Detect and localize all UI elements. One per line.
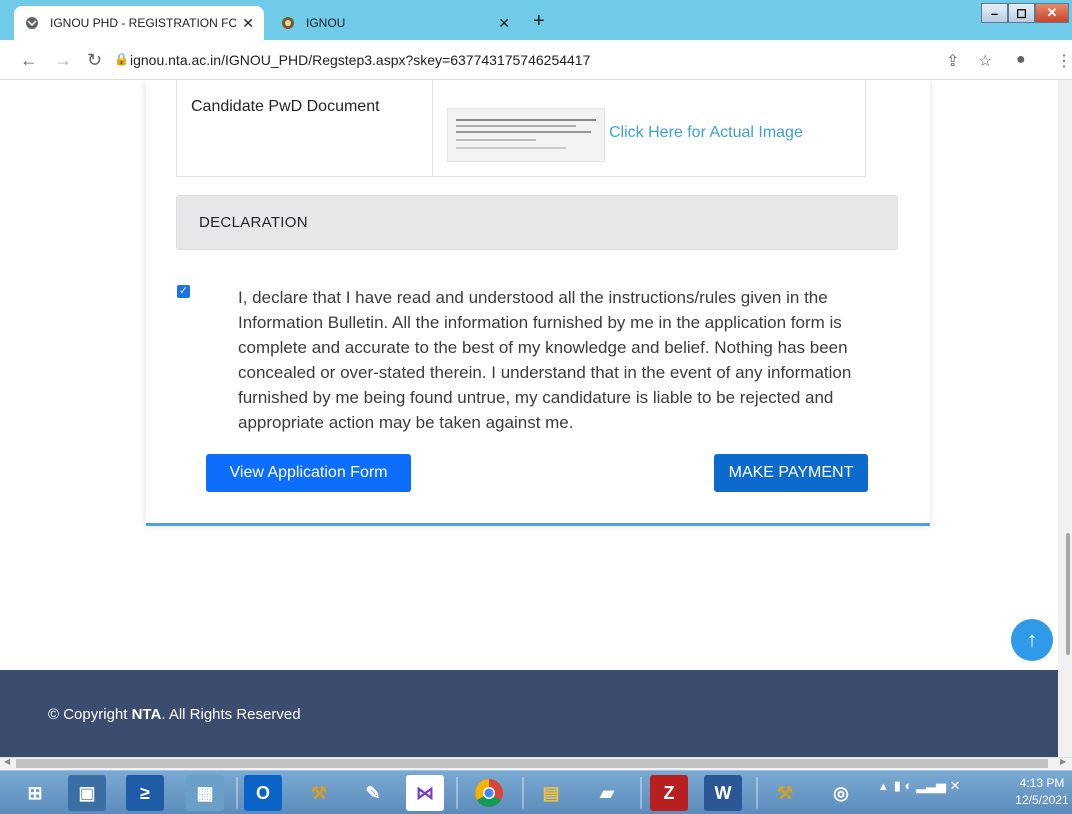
profile-icon[interactable]: ● [1016, 51, 1026, 69]
vertical-scrollbar[interactable] [1058, 80, 1072, 757]
tab-title: IGNOU PHD - REGISTRATION FO [50, 16, 237, 30]
server-manager-icon[interactable]: ▣ [68, 775, 106, 811]
tab-ignou[interactable]: IGNOU ✕ [270, 6, 520, 40]
make-payment-button[interactable]: MAKE PAYMENT [714, 454, 868, 492]
start-icon[interactable]: ⊞ [16, 775, 54, 811]
address-bar: ← → ↻ 🔒 ignou.nta.ac.in/IGNOU_PHD/Regste… [0, 40, 1072, 80]
page-viewport: Candidate PwD Document Click Here for Ac… [0, 80, 1058, 757]
footer-brand: NTA [131, 706, 162, 723]
declaration-heading: DECLARATION [176, 195, 898, 250]
file-explorer-icon[interactable]: ▤ [532, 775, 570, 811]
horizontal-scroll-thumb[interactable] [16, 759, 1048, 768]
tools-icon-2[interactable]: ⚒ [766, 775, 804, 811]
paint-icon[interactable]: ✎ [354, 775, 392, 811]
outlook-icon[interactable]: O [244, 775, 282, 811]
copyright-text: © Copyright NTA. All Rights Reserved [48, 706, 301, 723]
clock[interactable]: 4:13 PM 12/5/2021 [1014, 775, 1070, 809]
actual-image-link[interactable]: Click Here for Actual Image [609, 124, 803, 142]
word-icon[interactable]: W [704, 775, 742, 811]
document-table: Candidate PwD Document Click Here for Ac… [176, 80, 866, 177]
scroll-to-top-button[interactable]: ↑ [1011, 619, 1053, 661]
filezilla-icon[interactable]: Z [650, 775, 688, 811]
browser-titlebar: IGNOU PHD - REGISTRATION FO ✕ IGNOU ✕ + … [0, 0, 1072, 40]
bookmark-star-icon[interactable]: ☆ [978, 51, 992, 71]
close-window-button[interactable]: ✕ [1035, 3, 1069, 23]
menu-icon[interactable]: ⋮ [1056, 51, 1072, 71]
visual-studio-icon[interactable]: ⋈ [406, 775, 444, 811]
system-tray[interactable]: ▴ ▮ ◐ ▂▃▅ ✕ [880, 778, 960, 794]
network-icon[interactable]: ◎ [822, 775, 860, 811]
chrome-icon[interactable] [470, 775, 508, 811]
minimize-button[interactable]: – [981, 3, 1008, 23]
declaration-heading-text: DECLARATION [199, 214, 308, 231]
tools-icon[interactable]: ⚒ [300, 775, 338, 811]
registration-card: Candidate PwD Document Click Here for Ac… [146, 80, 930, 526]
table-divider [432, 80, 433, 177]
reload-icon[interactable]: ↻ [87, 50, 102, 71]
view-application-form-button[interactable]: View Application Form [206, 454, 411, 492]
powershell-icon[interactable]: ≥ [126, 775, 164, 811]
new-tab-button[interactable]: + [533, 10, 545, 33]
url-field[interactable]: ignou.nta.ac.in/IGNOU_PHD/Regstep3.aspx?… [130, 52, 590, 68]
document-thumbnail [447, 108, 605, 162]
declaration-text: I, declare that I have read and understo… [238, 288, 852, 432]
footer: © Copyright NTA. All Rights Reserved [0, 670, 1058, 757]
vertical-scroll-thumb[interactable] [1066, 533, 1070, 655]
globe-icon [24, 15, 40, 31]
ignou-logo-icon [280, 15, 296, 31]
forward-icon[interactable]: → [54, 50, 72, 71]
tab-registration[interactable]: IGNOU PHD - REGISTRATION FO ✕ [14, 6, 264, 40]
notes-icon[interactable]: ▰ [588, 775, 626, 811]
control-panel-icon[interactable]: ▦ [186, 775, 224, 811]
document-label: Candidate PwD Document [191, 98, 380, 115]
scroll-left-icon[interactable]: ◀ [4, 757, 10, 766]
tab-title: IGNOU [306, 16, 346, 30]
lock-icon[interactable]: 🔒 [114, 52, 129, 66]
maximize-button[interactable]: ◻ [1008, 3, 1035, 23]
tab-close-icon[interactable]: ✕ [242, 15, 254, 32]
scroll-right-icon[interactable]: ▶ [1060, 757, 1066, 766]
clock-time: 4:13 PM [1019, 776, 1065, 790]
clock-date: 12/5/2021 [1015, 793, 1069, 807]
back-icon[interactable]: ← [20, 50, 38, 71]
share-icon[interactable]: ⇪ [946, 51, 959, 71]
tab-close-icon[interactable]: ✕ [498, 15, 510, 32]
declaration-checkbox[interactable]: ✓ [177, 285, 190, 298]
